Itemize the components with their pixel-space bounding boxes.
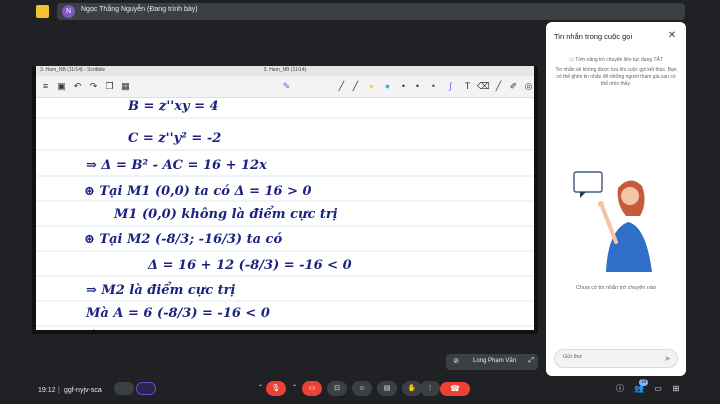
save-icon[interactable]: ▣ xyxy=(56,81,67,92)
highlight-cyan-icon[interactable]: ● xyxy=(382,81,393,92)
pen-mode-icon[interactable]: ✎ xyxy=(281,81,292,92)
message-input-box[interactable]: Gửi thư ➤ xyxy=(554,349,678,368)
activities-icon[interactable]: ⊞ xyxy=(669,382,683,396)
present-button[interactable]: ⊡ xyxy=(327,381,347,396)
chat-note: Tin nhắn sẽ không được lưu khi cuộc gọi … xyxy=(555,67,677,87)
mic-off-icon: ⊘ xyxy=(453,358,459,365)
effect-pill[interactable] xyxy=(136,382,156,395)
close-icon[interactable]: ✕ xyxy=(666,30,678,42)
chevron-up-icon[interactable]: ⌃ xyxy=(256,381,265,396)
chat-icon[interactable]: ▭ xyxy=(651,382,665,396)
captions-button[interactable]: ▤ xyxy=(377,381,397,396)
chevron-up-icon[interactable]: ⌃ xyxy=(290,381,299,396)
empty-chat-illustration xyxy=(573,171,652,272)
app-logo-icon xyxy=(36,5,49,18)
handwriting-line: ⊛ Tại M1 (0,0) ta có Δ = 16 > 0 xyxy=(84,184,312,199)
dot-icon[interactable]: • xyxy=(398,81,409,92)
camera-toggle-button[interactable]: ▭ xyxy=(302,381,322,396)
handwriting-line: B = z''xy = 4 xyxy=(127,99,219,114)
screen-share-stage: 3. Ham_NB (11/14) - Scribble 3. Ham_NB (… xyxy=(32,66,538,334)
shared-window-title-center: 3. Ham_NB (11/14) xyxy=(263,67,307,73)
marker-icon[interactable]: ╱ xyxy=(350,81,361,92)
participants-badge: 19 xyxy=(639,379,648,386)
leave-call-button[interactable]: ☎ xyxy=(440,382,470,396)
presenter-avatar: N xyxy=(62,5,75,18)
more-options-button[interactable]: ⋮ xyxy=(420,381,440,396)
dot-small-icon[interactable]: • xyxy=(412,81,423,92)
presenter-label: Ngọc Thắng Nguyễn (Đang trình bày) xyxy=(81,6,198,13)
handwriting-line: Mà A = 6 (-8/3) = -16 < 0 xyxy=(85,306,270,321)
reaction-pill[interactable] xyxy=(114,382,134,395)
handwriting-line: C = z''y² = -2 xyxy=(128,131,221,146)
self-name: Long Phạm Văn xyxy=(473,358,517,364)
menu-icon[interactable]: ≡ xyxy=(40,81,51,92)
handwriting-line: ⇒ xyxy=(86,325,97,330)
emoji-button[interactable]: ☺ xyxy=(352,381,372,396)
message-input[interactable]: Gửi thư xyxy=(563,354,582,360)
handwriting-line: Δ = 16 + 12 (-8/3) = -16 < 0 xyxy=(147,258,352,273)
top-bar: N Ngọc Thắng Nguyễn (Đang trình bày) xyxy=(0,0,720,24)
shared-window-titlebar: 3. Ham_NB (11/14) - Scribble 3. Ham_NB (… xyxy=(36,66,534,76)
undo-icon[interactable]: ↶ xyxy=(72,81,83,92)
highlight-yellow-icon[interactable]: ● xyxy=(366,81,377,92)
ruler-icon[interactable]: ✐ xyxy=(508,81,519,92)
chat-panel: Tin nhắn trong cuộc gọi ✕ ▭ Tính năng tr… xyxy=(546,22,686,376)
send-icon[interactable]: ➤ xyxy=(664,353,671,364)
shape-icon[interactable]: ∫ xyxy=(445,81,456,92)
text-icon[interactable]: T xyxy=(462,81,473,92)
lasso-icon[interactable]: ╱ xyxy=(493,81,504,92)
notebook-page: B = z''xy = 4 C = z''y² = -2 ⇒ Δ = B² - … xyxy=(36,98,534,330)
presenter-banner: N Ngọc Thắng Nguyễn (Đang trình bày) xyxy=(57,3,685,20)
handwriting-line: ⇒ Δ = B² - AC = 16 + 12x xyxy=(86,158,267,173)
eraser-icon[interactable]: ⌫ xyxy=(477,81,490,92)
time-separator: | xyxy=(58,387,60,394)
handwriting-line: ⇒ M2 là điểm cực trị xyxy=(86,282,236,298)
handwriting-line: M1 (0,0) không là điểm cực trị xyxy=(113,206,338,222)
handwriting-line: ⊛ Tại M2 (-8/3; -16/3) ta có xyxy=(84,232,282,247)
copy-icon[interactable]: ❐ xyxy=(104,81,115,92)
meeting-code: ggf-nyjv-sca xyxy=(64,387,102,394)
self-video-tile[interactable]: ⊘ Long Phạm Văn ⤢ xyxy=(446,354,538,370)
meeting-time: 19:12 xyxy=(38,387,56,394)
empty-chat-text: Chưa có tin nhắn trò chuyện nào xyxy=(575,285,657,291)
info-icon[interactable]: ⓘ xyxy=(613,382,627,396)
mic-toggle-button[interactable]: 🎙 xyxy=(266,381,286,396)
shared-window-toolbar: ≡ ▣ ↶ ↷ ❐ ▦ ✎ ╱ ╱ ● ● • • • ∫ T ⌫ ╱ ✐ ◎ xyxy=(36,76,534,98)
redo-icon[interactable]: ↷ xyxy=(88,81,99,92)
bottom-control-bar: 19:12 | ggf-nyjv-sca ⌃ 🎙 ⌃ ▭ ⊡ ☺ ▤ ✋ ⋮ ☎… xyxy=(0,378,720,404)
raise-hand-button[interactable]: ✋ xyxy=(402,381,422,396)
dot-blue-icon[interactable]: • xyxy=(428,81,439,92)
pen-icon[interactable]: ╱ xyxy=(336,81,347,92)
continuous-chat-label: Tính năng trò chuyện liên tục đang TẮT xyxy=(575,57,663,63)
handwriting-canvas: B = z''xy = 4 C = z''y² = -2 ⇒ Δ = B² - … xyxy=(36,99,534,330)
chat-panel-title: Tin nhắn trong cuộc gọi xyxy=(554,32,633,41)
continuous-chat-setting: ▭ Tính năng trò chuyện liên tục đang TẮT xyxy=(554,57,678,63)
view-icon[interactable]: ◎ xyxy=(523,81,534,92)
image-icon[interactable]: ▦ xyxy=(120,81,131,92)
expand-icon[interactable]: ⤢ xyxy=(528,357,534,365)
